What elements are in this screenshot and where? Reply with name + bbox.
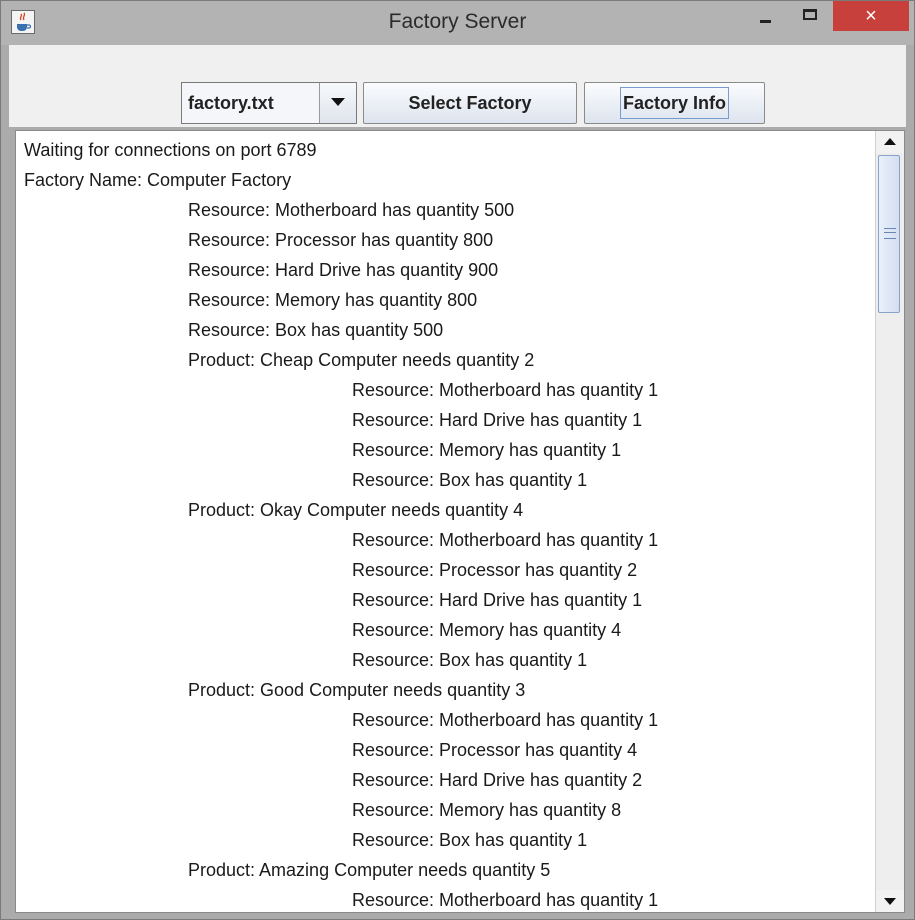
maximize-button[interactable] (789, 1, 833, 31)
close-button[interactable]: × (833, 1, 909, 31)
scroll-thumb[interactable] (878, 155, 900, 313)
factory-file-select[interactable]: factory.txt (181, 82, 357, 124)
log-line: Resource: Motherboard has quantity 500 (188, 200, 515, 220)
arrow-down-icon (884, 898, 896, 905)
scroll-up-button[interactable] (876, 131, 904, 153)
log-line: Resource: Box has quantity 500 (188, 320, 444, 340)
log-line: Resource: Box has quantity 1 (352, 650, 588, 670)
log-line: Resource: Box has quantity 1 (352, 470, 588, 490)
log-line: Resource: Motherboard has quantity 1 (352, 380, 659, 400)
factory-info-button[interactable]: Factory Info (584, 82, 765, 124)
log-line: Resource: Processor has quantity 2 (352, 560, 638, 580)
log-line: Resource: Hard Drive has quantity 2 (352, 770, 643, 790)
log-lines: Waiting for connections on port 6789 Fact… (16, 135, 876, 912)
log-line: Product: Cheap Computer needs quantity 2 (188, 350, 535, 370)
toolbar: factory.txt Select Factory Factory Info (9, 45, 906, 127)
log-line: Product: Amazing Computer needs quantity… (188, 860, 551, 880)
log-line: Resource: Memory has quantity 8 (352, 800, 622, 820)
factory-info-label: Factory Info (619, 87, 729, 119)
log-line: Resource: Memory has quantity 4 (352, 620, 622, 640)
grip-icon (884, 228, 896, 239)
dropdown-arrow-button[interactable] (319, 83, 356, 123)
minimize-button[interactable] (745, 1, 789, 31)
log-line: Resource: Motherboard has quantity 1 (352, 710, 659, 730)
log-line: Resource: Memory has quantity 1 (352, 440, 622, 460)
log-line: Resource: Processor has quantity 800 (188, 230, 494, 250)
log-line: Resource: Hard Drive has quantity 1 (352, 590, 643, 610)
vertical-scrollbar[interactable] (875, 131, 904, 912)
close-icon: × (865, 5, 877, 27)
log-line: Resource: Motherboard has quantity 1 (352, 890, 659, 910)
select-factory-button[interactable]: Select Factory (363, 82, 577, 124)
log-line: Product: Good Computer needs quantity 3 (188, 680, 526, 700)
log-line: Resource: Processor has quantity 4 (352, 740, 638, 760)
log-line: Resource: Motherboard has quantity 1 (352, 530, 659, 550)
chevron-down-icon (331, 98, 345, 106)
arrow-up-icon (884, 138, 896, 145)
maximize-icon (803, 9, 817, 20)
scroll-down-button[interactable] (876, 890, 904, 912)
log-line: Resource: Memory has quantity 800 (188, 290, 478, 310)
server-log-textarea[interactable]: Waiting for connections on port 6789 Fact… (15, 130, 905, 913)
factory-file-select-value: factory.txt (188, 93, 274, 113)
minimize-icon (760, 20, 771, 23)
log-line: Waiting for connections on port 6789 (24, 140, 317, 160)
log-line: Factory Name: Computer Factory (24, 170, 292, 190)
log-line: Resource: Box has quantity 1 (352, 830, 588, 850)
log-line: Resource: Hard Drive has quantity 1 (352, 410, 643, 430)
log-line: Resource: Hard Drive has quantity 900 (188, 260, 499, 280)
title-bar[interactable]: Factory Server × (1, 1, 914, 45)
log-line: Product: Okay Computer needs quantity 4 (188, 500, 524, 520)
factory-server-window: Factory Server × factory.txt Select Fact… (0, 0, 915, 920)
